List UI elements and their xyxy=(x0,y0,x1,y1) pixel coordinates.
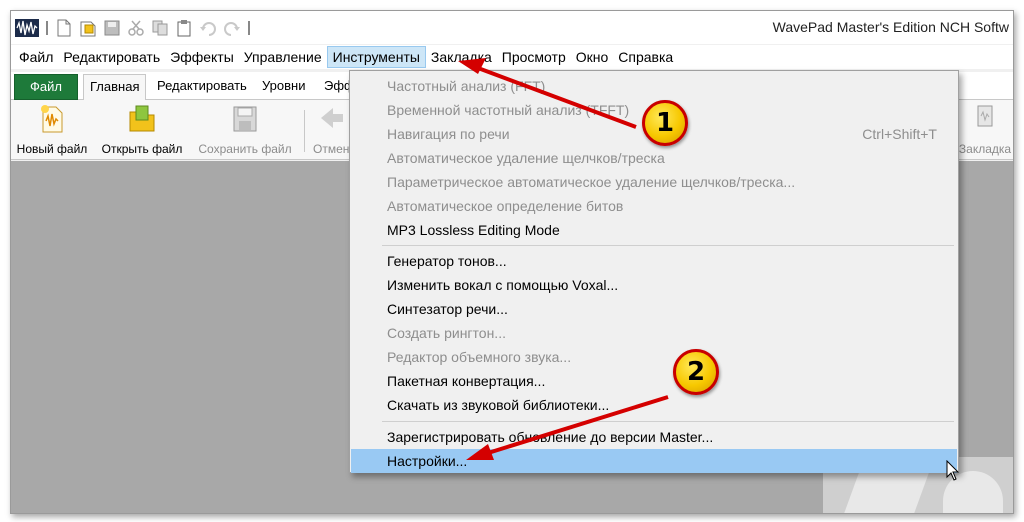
save-file-label: Сохранить файл xyxy=(198,142,292,156)
menu-item-label: Скачать из звуковой библиотеки... xyxy=(387,397,610,413)
menu-item-label: Пакетная конвертация... xyxy=(387,373,546,389)
menu-item-batch-convert[interactable]: Пакетная конвертация... xyxy=(351,369,957,393)
menu-item-label: Частотный анализ (FFT) xyxy=(387,78,546,94)
menu-item-settings[interactable]: Настройки... xyxy=(351,449,957,473)
menu-item-shortcut: Ctrl+Shift+T xyxy=(862,126,937,142)
undo-arrow-icon xyxy=(317,104,345,134)
undo-button[interactable]: Отмен xyxy=(309,102,349,158)
menu-separator xyxy=(382,421,954,422)
save-file-button[interactable]: Сохранить файл xyxy=(194,102,296,158)
quick-access-toolbar xyxy=(15,16,257,40)
menu-separator xyxy=(382,245,954,246)
menu-file[interactable]: Файл xyxy=(14,46,58,68)
new-file-label: Новый файл xyxy=(16,142,88,156)
bookmark-icon xyxy=(971,104,999,134)
new-file-icon xyxy=(38,104,66,134)
menu-item-label: Параметрическое автоматическое удаление … xyxy=(387,174,796,190)
menu-item-label: Навигация по речи xyxy=(387,126,510,142)
new-file-icon[interactable] xyxy=(55,19,73,37)
menu-item-label: Настройки... xyxy=(387,453,468,469)
new-file-button[interactable]: Новый файл xyxy=(13,102,91,158)
redo-icon[interactable] xyxy=(223,19,241,37)
menu-effects[interactable]: Эффекты xyxy=(165,46,239,68)
paste-icon[interactable] xyxy=(175,19,193,37)
menu-edit[interactable]: Редактировать xyxy=(58,46,165,68)
menu-tools[interactable]: Инструменты xyxy=(326,46,426,68)
wavepad-logo-icon xyxy=(15,19,39,37)
menu-item-label: MP3 Lossless Editing Mode xyxy=(387,222,560,238)
save-icon xyxy=(231,104,259,134)
menu-item-voxal[interactable]: Изменить вокал с помощью Voxal... xyxy=(351,273,957,297)
menu-bar: Файл Редактировать Эффекты Управление Ин… xyxy=(11,45,1013,69)
tab-edit[interactable]: Редактировать xyxy=(151,74,253,100)
mouse-cursor-icon xyxy=(946,460,960,481)
menu-item-tone-generator[interactable]: Генератор тонов... xyxy=(351,249,957,273)
step-badge-2: 2 xyxy=(673,349,719,395)
menu-item-ringtone[interactable]: Создать рингтон... xyxy=(351,321,957,345)
menu-item-surround-editor[interactable]: Редактор объемного звука... xyxy=(351,345,957,369)
menu-item-label: Создать рингтон... xyxy=(387,325,506,341)
menu-item-mp3-lossless[interactable]: MP3 Lossless Editing Mode xyxy=(351,218,957,242)
tab-levels[interactable]: Уровни xyxy=(256,74,311,100)
open-file-icon xyxy=(128,104,156,134)
tab-file[interactable]: Файл xyxy=(14,74,78,100)
copy-icon[interactable] xyxy=(151,19,169,37)
cut-icon[interactable] xyxy=(127,19,145,37)
menu-item-speech-synth[interactable]: Синтезатор речи... xyxy=(351,297,957,321)
menu-item-sound-library[interactable]: Скачать из звуковой библиотеки... xyxy=(351,393,957,417)
menu-item-beat-detection[interactable]: Автоматическое определение битов xyxy=(351,194,957,218)
undo-icon[interactable] xyxy=(199,19,217,37)
ribbon-separator xyxy=(304,110,305,152)
app-window: WavePad Master's Edition NCH Softw Файл … xyxy=(10,10,1014,514)
menu-item-auto-click-removal[interactable]: Автоматическое удаление щелчков/треска xyxy=(351,146,957,170)
open-file-icon[interactable] xyxy=(79,19,97,37)
menu-window[interactable]: Окно xyxy=(571,46,614,68)
open-file-button[interactable]: Открыть файл xyxy=(97,102,187,158)
title-bar: WavePad Master's Edition NCH Softw xyxy=(11,11,1013,44)
menu-item-parametric-click-removal[interactable]: Параметрическое автоматическое удаление … xyxy=(351,170,957,194)
menu-item-label: Зарегистрировать обновление до версии Ma… xyxy=(387,429,714,445)
menu-bookmark[interactable]: Закладка xyxy=(426,46,497,68)
separator-icon xyxy=(247,19,251,37)
save-icon[interactable] xyxy=(103,19,121,37)
menu-item-label: Редактор объемного звука... xyxy=(387,349,572,365)
menu-item-label: Синтезатор речи... xyxy=(387,301,508,317)
menu-help[interactable]: Справка xyxy=(613,46,678,68)
menu-view[interactable]: Просмотр xyxy=(497,46,571,68)
open-file-label: Открыть файл xyxy=(101,142,183,156)
menu-item-label: Генератор тонов... xyxy=(387,253,507,269)
separator-icon xyxy=(45,19,49,37)
menu-item-label: Автоматическое определение битов xyxy=(387,198,624,214)
window-title: WavePad Master's Edition NCH Softw xyxy=(772,19,1009,35)
undo-label: Отмен xyxy=(313,142,349,156)
step-badge-1: 1 xyxy=(642,100,688,146)
menu-item-label: Автоматическое удаление щелчков/треска xyxy=(387,150,665,166)
menu-item-label: Изменить вокал с помощью Voxal... xyxy=(387,277,619,293)
menu-item-fft[interactable]: Частотный анализ (FFT) xyxy=(351,74,957,98)
tab-home[interactable]: Главная xyxy=(83,74,147,101)
menu-item-label: Временной частотный анализ (TFFT) xyxy=(387,102,630,118)
menu-control[interactable]: Управление xyxy=(239,46,327,68)
bookmark-button[interactable]: Закладка xyxy=(956,102,1013,158)
bookmark-label: Закладка xyxy=(958,142,1012,156)
menu-item-register-upgrade[interactable]: Зарегистрировать обновление до версии Ma… xyxy=(351,425,957,449)
